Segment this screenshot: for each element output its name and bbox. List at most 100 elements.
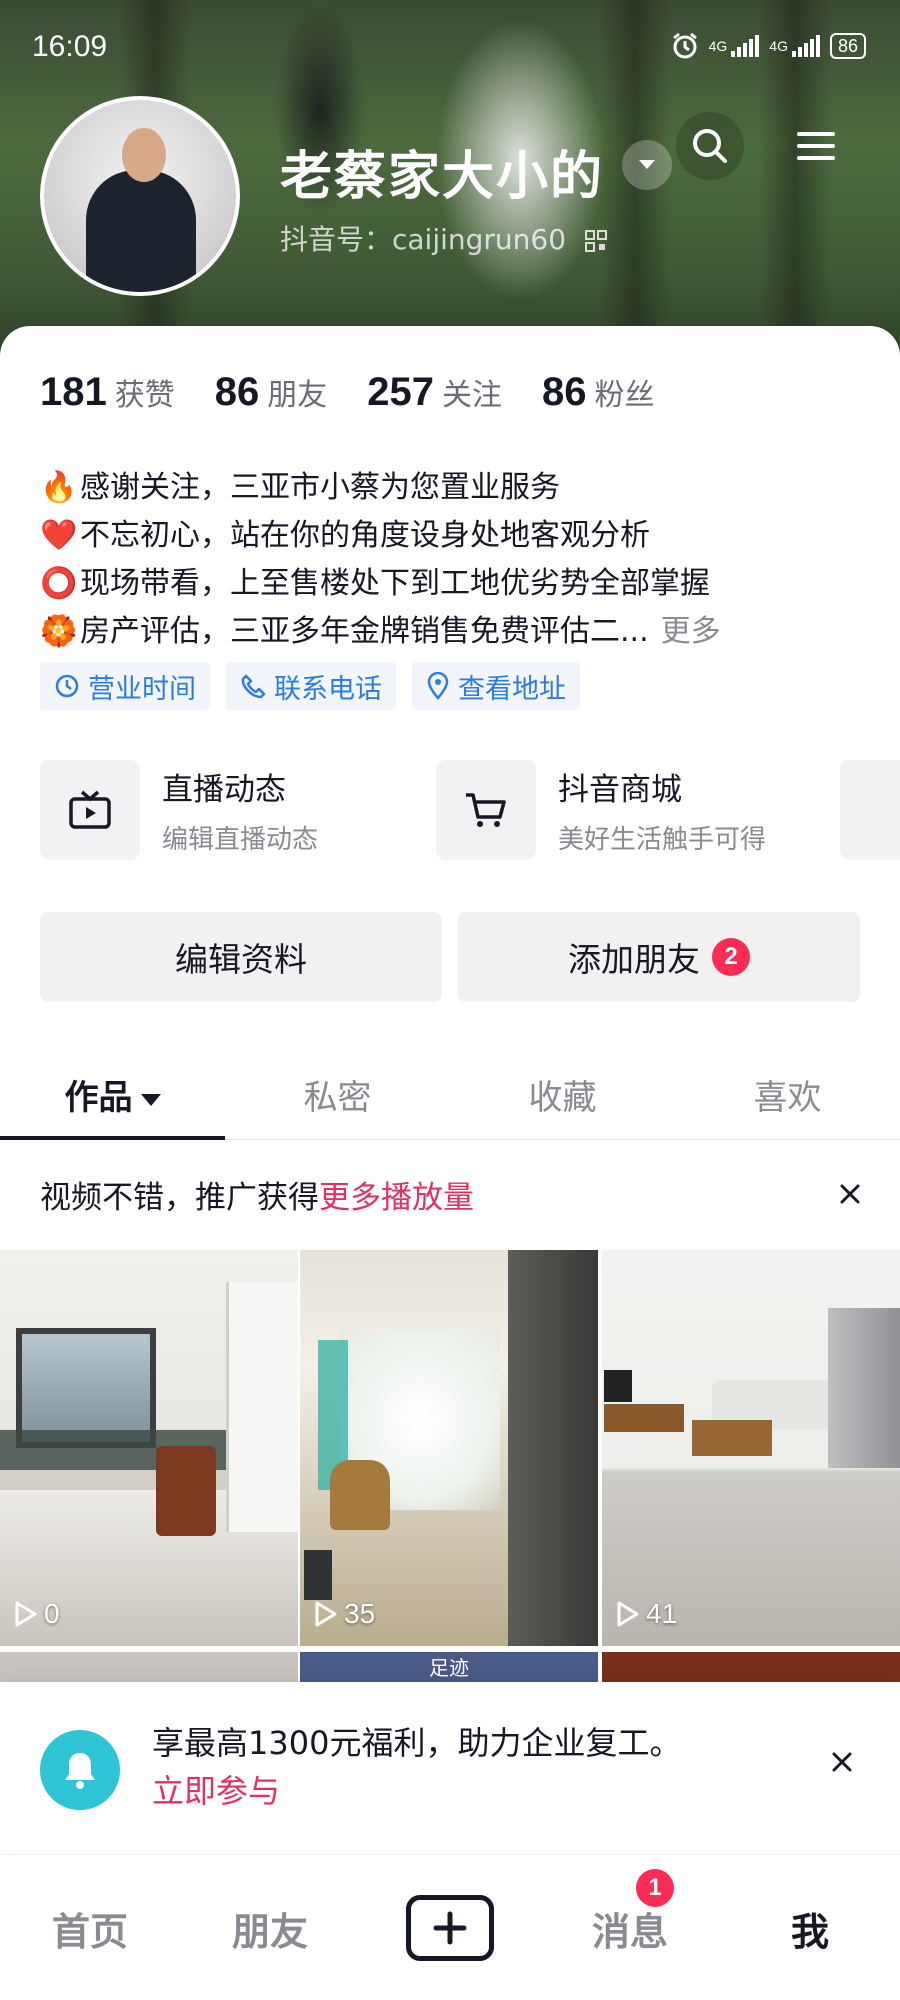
notice-join-link[interactable]: 立即参与 bbox=[152, 1766, 280, 1812]
stat-label: 获赞 bbox=[114, 378, 175, 413]
stat-value: 257 bbox=[367, 370, 434, 414]
avatar-figure-body bbox=[86, 170, 196, 292]
stat-value: 181 bbox=[40, 370, 107, 414]
account-switch-button[interactable] bbox=[622, 140, 672, 190]
thumb-sofa bbox=[156, 1446, 216, 1536]
chip-contact-phone[interactable]: 联系电话 bbox=[226, 662, 396, 710]
flower-emoji-icon: 🏵️ bbox=[40, 614, 78, 649]
nav-create[interactable] bbox=[360, 1855, 540, 2000]
stat-likes[interactable]: 181 获赞 bbox=[40, 370, 175, 415]
nav-messages[interactable]: 消息 1 bbox=[540, 1855, 720, 2000]
content-tabs: 作品 私密 收藏 喜欢 bbox=[0, 1056, 900, 1140]
nav-home[interactable]: 首页 bbox=[0, 1855, 180, 2000]
tab-label: 私密 bbox=[303, 1078, 372, 1118]
bottom-navigation: 首页 朋友 消息 1 我 bbox=[0, 1854, 900, 2000]
nav-friends[interactable]: 朋友 bbox=[180, 1855, 360, 2000]
chip-business-hours[interactable]: 营业时间 bbox=[40, 662, 210, 710]
nav-label: 朋友 bbox=[231, 1909, 308, 1954]
hamburger-menu-icon bbox=[797, 132, 835, 160]
tab-favorites[interactable]: 收藏 bbox=[450, 1056, 675, 1139]
search-button[interactable] bbox=[676, 112, 744, 180]
profile-actions: 编辑资料 添加朋友 2 bbox=[40, 912, 860, 1002]
menu-button[interactable] bbox=[782, 112, 850, 180]
search-icon bbox=[693, 129, 727, 163]
video-thumbnail-partial[interactable] bbox=[602, 1652, 900, 1682]
douyin-id-text: 抖音号：caijingrun60 bbox=[280, 223, 567, 256]
stat-label: 朋友 bbox=[267, 378, 328, 413]
video-thumbnail-partial[interactable]: 足迹 bbox=[300, 1652, 598, 1682]
battery-icon: 86 bbox=[829, 33, 866, 59]
avatar[interactable] bbox=[40, 96, 240, 296]
bio-text: 现场带看，上至售楼处下到工地优劣势全部掌握 bbox=[80, 566, 710, 601]
stat-value: 86 bbox=[214, 370, 260, 414]
service-live-updates[interactable]: 直播动态 编辑直播动态 bbox=[40, 760, 400, 860]
service-icon-box bbox=[40, 760, 140, 860]
service-text: 抖音商城 美好生活触手可得 bbox=[558, 764, 766, 856]
bio-more-link[interactable]: 更多 bbox=[661, 614, 721, 649]
service-subtitle: 美好生活触手可得 bbox=[558, 825, 767, 855]
video-thumbnail[interactable]: 35 bbox=[300, 1250, 598, 1646]
close-icon[interactable] bbox=[830, 1174, 870, 1214]
service-text: 直播动态 编辑直播动态 bbox=[162, 764, 318, 856]
chip-label: 查看地址 bbox=[458, 673, 566, 705]
promo-notification[interactable]: 享最高1300元福利，助力企业复工。 立即参与 bbox=[0, 1682, 900, 1850]
avatar-figure-head bbox=[122, 128, 166, 182]
service-next-peek[interactable] bbox=[840, 760, 900, 860]
status-time: 16:09 bbox=[32, 30, 108, 63]
stat-label: 粉丝 bbox=[594, 378, 655, 413]
thumb-chair bbox=[330, 1460, 390, 1530]
bio-text: 不忘初心，站在你的角度设身处地客观分析 bbox=[80, 518, 650, 553]
promo-text: 视频不错，推广获得 bbox=[40, 1179, 319, 1216]
fire-emoji-icon: 🔥 bbox=[40, 470, 78, 505]
thumb-caption: 足迹 bbox=[429, 1656, 469, 1680]
network-type-2: 4G bbox=[769, 38, 788, 54]
tv-icon bbox=[69, 790, 111, 829]
phone-icon bbox=[241, 674, 266, 699]
qr-code-icon[interactable] bbox=[584, 230, 607, 252]
thumb-tv bbox=[604, 1370, 632, 1402]
play-icon bbox=[315, 1601, 337, 1627]
bio[interactable]: 🔥感谢关注，三亚市小蔡为您置业服务 ❤️不忘初心，站在你的角度设身处地客观分析 … bbox=[40, 464, 870, 656]
service-douyin-mall[interactable]: 抖音商城 美好生活触手可得 bbox=[436, 760, 796, 860]
tab-works[interactable]: 作品 bbox=[0, 1056, 225, 1140]
add-friend-button[interactable]: 添加朋友 2 bbox=[458, 912, 860, 1002]
video-views: 35 bbox=[314, 1598, 375, 1630]
notice-text: 享最高1300元福利，助力企业复工。 bbox=[152, 1724, 682, 1762]
bio-text: 房产评估，三亚多年金牌销售免费评估二... bbox=[80, 614, 649, 649]
network-type-1: 4G bbox=[708, 38, 728, 54]
chip-view-address[interactable]: 查看地址 bbox=[412, 662, 580, 710]
video-thumbnail-partial[interactable] bbox=[0, 1652, 298, 1682]
tab-label: 喜欢 bbox=[753, 1078, 822, 1118]
view-count: 0 bbox=[44, 1598, 60, 1629]
video-thumbnail[interactable]: 41 bbox=[602, 1250, 900, 1646]
clock-icon bbox=[55, 674, 79, 698]
close-icon[interactable] bbox=[820, 1740, 864, 1784]
status-bar: 16:09 4G 4G 86 bbox=[0, 0, 900, 96]
create-button[interactable] bbox=[406, 1895, 494, 1961]
douyin-id: 抖音号：caijingrun60 bbox=[280, 218, 607, 258]
button-label: 编辑资料 bbox=[175, 940, 307, 979]
tab-likes[interactable]: 喜欢 bbox=[675, 1056, 900, 1139]
video-views: 0 bbox=[14, 1598, 60, 1630]
stat-friends[interactable]: 86 朋友 bbox=[215, 370, 328, 415]
promo-highlight[interactable]: 更多播放量 bbox=[319, 1172, 474, 1217]
stat-label: 关注 bbox=[442, 378, 502, 413]
business-chips: 营业时间 联系电话 查看地址 bbox=[40, 662, 580, 710]
tab-label: 作品 bbox=[64, 1078, 133, 1118]
edit-profile-button[interactable]: 编辑资料 bbox=[40, 912, 442, 1002]
nav-me[interactable]: 我 bbox=[720, 1855, 900, 2000]
bio-line: ❤️不忘初心，站在你的角度设身处地客观分析 bbox=[40, 512, 870, 560]
thumb-fridge bbox=[828, 1308, 900, 1468]
tab-private[interactable]: 私密 bbox=[225, 1056, 450, 1139]
location-pin-icon bbox=[427, 672, 449, 700]
service-entries: 直播动态 编辑直播动态 抖音商城 美好生活触手可得 bbox=[40, 760, 900, 860]
service-title: 抖音商城 bbox=[558, 772, 682, 808]
nav-label: 首页 bbox=[51, 1909, 128, 1954]
stat-followers[interactable]: 86 粉丝 bbox=[542, 370, 655, 415]
chip-label: 营业时间 bbox=[88, 673, 196, 705]
promotion-bar[interactable]: 视频不错，推广获得 更多播放量 bbox=[0, 1140, 900, 1248]
video-grid: 0 35 41 足迹 bbox=[0, 1250, 900, 1682]
video-thumbnail[interactable]: 0 bbox=[0, 1250, 298, 1646]
stat-following[interactable]: 257 关注 bbox=[367, 370, 502, 415]
nav-label: 消息 bbox=[591, 1909, 668, 1954]
